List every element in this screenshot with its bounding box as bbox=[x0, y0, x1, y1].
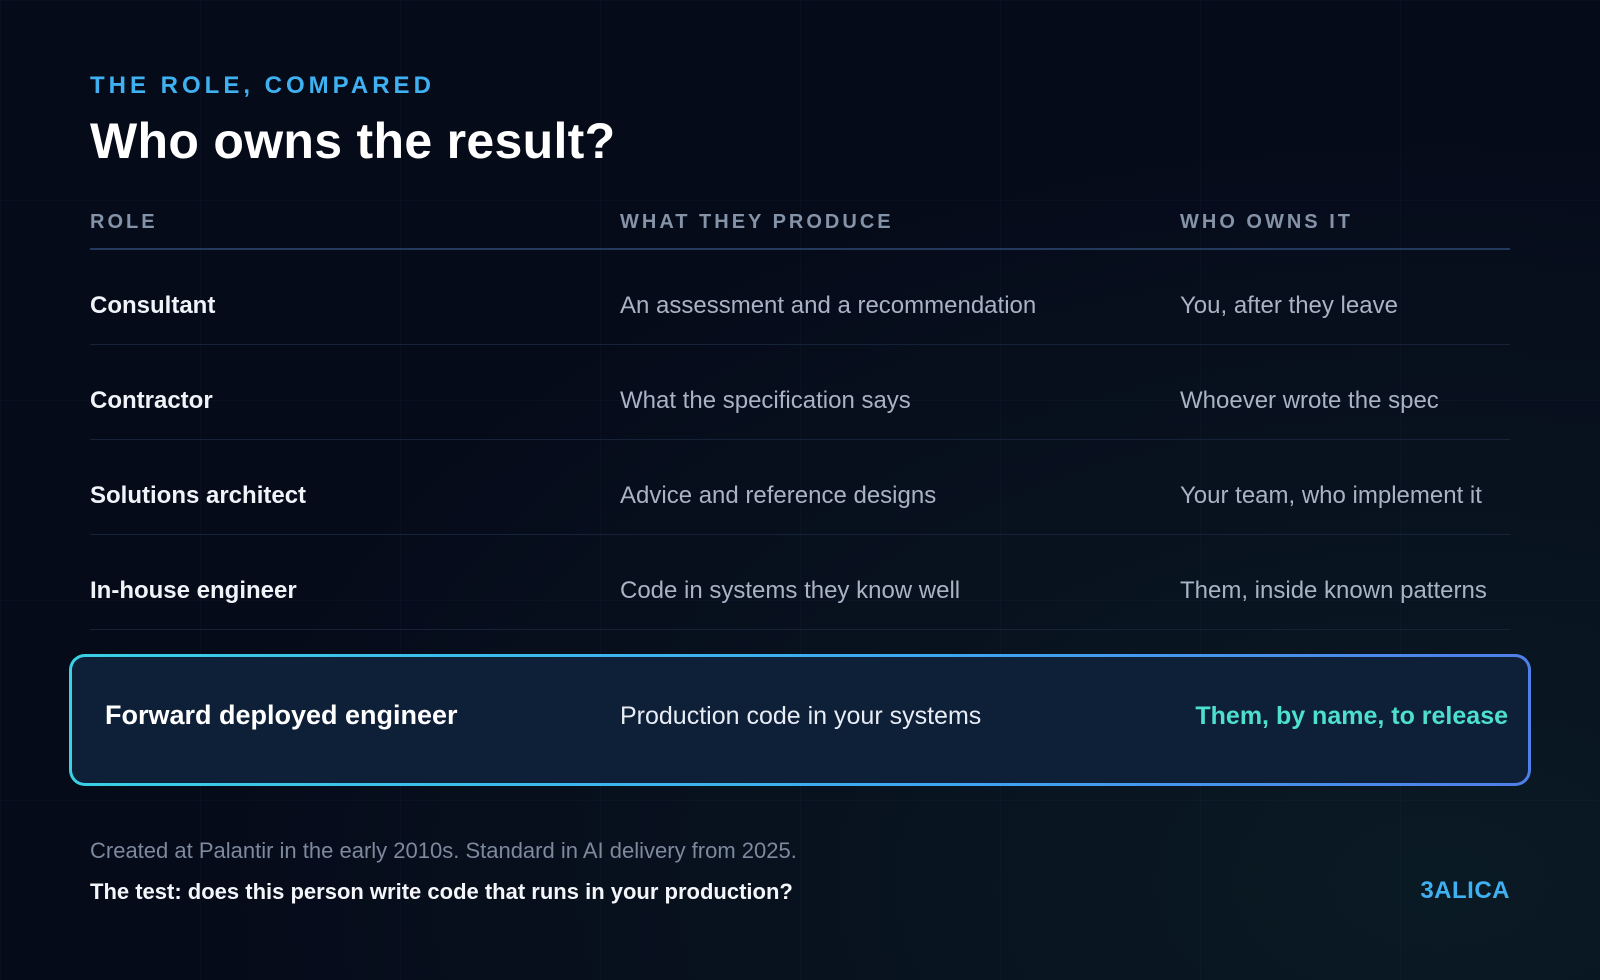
highlighted-row-body: Forward deployed engineer Production cod… bbox=[72, 657, 1528, 783]
produce-cell: Advice and reference designs bbox=[620, 482, 937, 509]
role-cell: Solutions architect bbox=[90, 482, 307, 509]
owner-cell: Them, inside known patterns bbox=[1180, 577, 1487, 604]
column-header-role: ROLE bbox=[90, 211, 158, 233]
page-title: Who owns the result? bbox=[90, 113, 616, 169]
table-row: Solutions architect Advice and reference… bbox=[90, 440, 1510, 535]
highlight-role-cell: Forward deployed engineer bbox=[105, 700, 458, 730]
table-header: ROLE WHAT THEY PRODUCE WHO OWNS IT bbox=[90, 200, 1510, 250]
owner-cell: Whoever wrote the spec bbox=[1180, 387, 1439, 414]
owner-cell: You, after they leave bbox=[1180, 292, 1398, 319]
role-cell: Contractor bbox=[90, 387, 213, 414]
produce-cell: Code in systems they know well bbox=[620, 577, 961, 604]
footnote: Created at Palantir in the early 2010s. … bbox=[90, 838, 797, 863]
comparison-table: ROLE WHAT THEY PRODUCE WHO OWNS IT Consu… bbox=[90, 200, 1510, 630]
highlighted-row: Forward deployed engineer Production cod… bbox=[69, 654, 1531, 786]
table-row: In-house engineer Code in systems they k… bbox=[90, 535, 1510, 630]
column-header-owner: WHO OWNS IT bbox=[1180, 211, 1353, 233]
produce-cell: What the specification says bbox=[620, 387, 911, 414]
produce-cell: An assessment and a recommendation bbox=[620, 292, 1037, 319]
test-statement: The test: does this person write code th… bbox=[90, 879, 793, 904]
brand-logo: 3ALICA bbox=[1420, 877, 1510, 904]
role-cell: Consultant bbox=[90, 292, 216, 319]
table-row: Contractor What the specification says W… bbox=[90, 345, 1510, 440]
highlight-owner-cell: Them, by name, to release bbox=[1195, 702, 1508, 730]
section-eyebrow: THE ROLE, COMPARED bbox=[90, 72, 435, 99]
table-row: Consultant An assessment and a recommend… bbox=[90, 250, 1510, 345]
owner-cell: Your team, who implement it bbox=[1180, 482, 1482, 509]
role-cell: In-house engineer bbox=[90, 577, 297, 604]
highlight-produce-cell: Production code in your systems bbox=[620, 702, 982, 730]
column-header-produce: WHAT THEY PRODUCE bbox=[620, 211, 894, 233]
